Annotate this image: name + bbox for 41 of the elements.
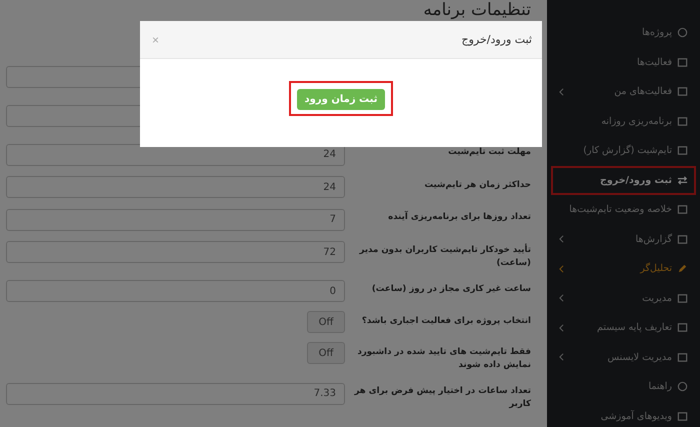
sidebar-item[interactable]: ثبت ورود/خروج bbox=[551, 166, 696, 195]
sidebar-item[interactable]: تعاریف پایه سیستم bbox=[551, 313, 696, 342]
chevron-icon bbox=[559, 353, 564, 362]
toggle-switch[interactable]: Off bbox=[307, 311, 345, 333]
sidebar-item[interactable]: گزارش‌ها bbox=[551, 224, 696, 254]
setting-label: تأیید خودکار تایم‌شیت کاربران بدون مدیر (ساعت) bbox=[359, 244, 531, 268]
input-field[interactable]: 7.33 bbox=[6, 382, 345, 404]
page-title: تنظیمات برنامه bbox=[422, 0, 531, 20]
setting-label: انتخاب پروژه برای فعالیت اجباری باشد؟ bbox=[362, 316, 531, 326]
chevron-icon bbox=[559, 294, 564, 302]
setting-label: مهلت ثبت تایم‌شیت bbox=[448, 147, 531, 157]
check-in-button[interactable]: ثبت زمان ورود bbox=[296, 89, 386, 110]
setting-label: ساعت غیر کاری مجاز در روز (ساعت) bbox=[372, 284, 531, 294]
chevron-icon bbox=[559, 235, 564, 244]
sidebar-item[interactable]: فعالیت‌ها bbox=[551, 48, 696, 77]
input-field[interactable]: 0 bbox=[6, 280, 345, 302]
toggle-switch[interactable]: Off bbox=[307, 342, 345, 364]
setting-label: تعداد روزها برای برنامه‌ریزی آینده bbox=[388, 212, 531, 222]
sidebar-item[interactable]: فعالیت‌های من bbox=[551, 77, 696, 106]
sidebar-item[interactable]: پروژه‌ها bbox=[551, 18, 696, 48]
pencil-icon bbox=[677, 263, 688, 274]
sidebar-item[interactable]: خلاصه وضعیت تایم‌شیت‌ها bbox=[551, 195, 696, 224]
sidebar-item[interactable]: ویدیوهای آموزشی bbox=[551, 402, 696, 427]
input-field[interactable]: 7 bbox=[6, 208, 345, 230]
close-button[interactable]: × bbox=[152, 32, 160, 46]
input-field[interactable]: 72 bbox=[6, 241, 345, 263]
input-field[interactable]: 24 bbox=[6, 176, 345, 198]
modal-title: ثبت ورود/خروج bbox=[461, 33, 532, 46]
setting-label: تعداد ساعات در اختیار پیش فرض برای هر کاربر bbox=[354, 386, 531, 409]
sidebar-item[interactable]: تایم‌شیت (گزارش کار) bbox=[551, 136, 696, 166]
setting-label: حداکثر زمان هر تایم‌شیت bbox=[424, 180, 531, 190]
chevron-icon bbox=[559, 88, 564, 96]
sidebar-item[interactable]: مدیریت لایسنس bbox=[551, 342, 696, 372]
chevron-icon bbox=[559, 264, 564, 273]
chevron-icon bbox=[559, 324, 564, 332]
setting-label: فقط تایم‌شیت های تایید شده در داشبورد نمایش داده شوند bbox=[357, 347, 531, 370]
sidebar-item[interactable]: راهنما bbox=[551, 372, 696, 402]
swap-icon bbox=[677, 174, 688, 186]
sidebar-item[interactable]: مدیریت bbox=[551, 284, 696, 313]
sidebar-item[interactable]: برنامه‌ریزی روزانه bbox=[551, 106, 696, 136]
sidebar-item[interactable]: تحلیل‌گر bbox=[551, 254, 696, 284]
